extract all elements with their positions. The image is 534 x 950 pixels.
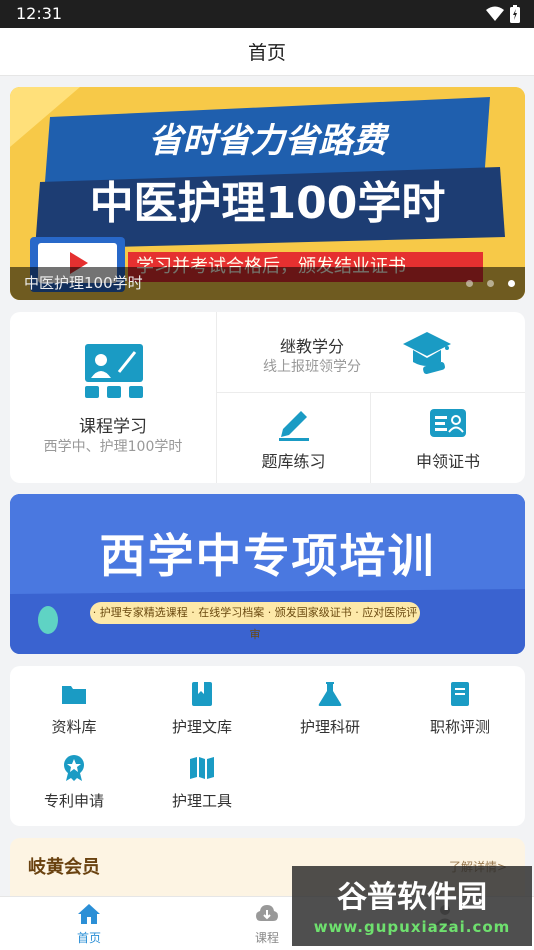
tab-label: 首页 xyxy=(76,931,101,945)
banner-caption: 中医护理100学时 xyxy=(10,267,525,300)
continuing-credit-title: 继教学分 xyxy=(279,337,344,356)
tool-nursing-library[interactable]: 护理文库 xyxy=(138,666,266,736)
continuing-credit-subtitle: 线上报班领学分 xyxy=(263,359,361,375)
page-title: 首页 xyxy=(247,42,286,64)
status-bar: 12:31 xyxy=(0,0,534,28)
tool-resource-library[interactable]: 资料库 xyxy=(10,666,138,736)
certificate-icon xyxy=(430,409,466,437)
tool-label: 专利申请 xyxy=(43,792,104,810)
promo-banner[interactable]: 西学中专项培训 · 护理专家精选课程 · 在线学习档案 · 颁发国家级证书 · … xyxy=(10,494,525,654)
tool-label: 护理文库 xyxy=(171,718,232,736)
badge-icon xyxy=(64,755,84,781)
course-study-card[interactable]: 课程学习 西学中、护理100学时 xyxy=(10,312,217,483)
carousel-dot[interactable] xyxy=(487,280,494,287)
tool-label: 资料库 xyxy=(51,718,97,736)
cloud-icon xyxy=(256,905,278,921)
course-study-subtitle: 西学中、护理100学时 xyxy=(43,439,183,455)
tool-patent-application[interactable]: 专利申请 xyxy=(10,740,138,810)
banner-headline-2: 中医护理100学时 xyxy=(89,178,446,229)
question-bank-card[interactable]: 题库练习 xyxy=(217,393,371,483)
bookmark-book-icon xyxy=(192,682,212,706)
home-icon xyxy=(78,904,100,924)
tool-title-evaluation[interactable]: 职称评测 xyxy=(396,666,524,736)
status-icons xyxy=(486,5,520,23)
map-icon xyxy=(190,757,214,779)
book-icon xyxy=(451,682,469,706)
certificate-card[interactable]: 申领证书 xyxy=(371,393,525,483)
tool-label: 护理工具 xyxy=(171,792,232,810)
watermark-url: www.gupuxiazai.com xyxy=(313,918,511,936)
folder-icon xyxy=(62,686,86,704)
carousel-dots xyxy=(466,280,515,287)
tool-nursing-tools[interactable]: 护理工具 xyxy=(138,740,266,810)
tool-label: 护理科研 xyxy=(299,718,360,736)
question-bank-title: 题库练习 xyxy=(261,452,326,471)
tab-home[interactable]: 首页 xyxy=(0,897,178,950)
top-navbar: 首页 xyxy=(0,28,534,76)
battery-icon xyxy=(510,5,520,23)
tool-nursing-research[interactable]: 护理科研 xyxy=(266,666,394,736)
promo-features: · 护理专家精选课程 · 在线学习档案 · 颁发国家级证书 · 应对医院评审 xyxy=(90,602,420,641)
course-study-title: 课程学习 xyxy=(79,417,147,437)
classroom-icon xyxy=(85,344,143,398)
promo-title: 西学中专项培训 xyxy=(99,529,436,583)
certificate-title: 申领证书 xyxy=(415,452,480,471)
tool-label: 职称评测 xyxy=(429,718,490,736)
continuing-credit-card[interactable]: 继教学分 线上报班领学分 xyxy=(217,312,525,393)
status-time: 12:31 xyxy=(16,4,63,23)
wifi-icon xyxy=(486,6,504,21)
banner-carousel[interactable]: 省时省力省路费 中医护理100学时 学习并考试合格后，颁发结业证书 中医护理10… xyxy=(10,87,525,300)
pencil-icon xyxy=(279,411,309,441)
banner-headline-1: 省时省力省路费 xyxy=(148,121,387,161)
carousel-dot[interactable] xyxy=(466,280,473,287)
flask-icon xyxy=(318,682,342,706)
tools-panel: 资料库 护理文库 护理科研 职称评测 专利申请 护理工具 xyxy=(10,666,525,826)
watermark: 谷普软件园 www.gupuxiazai.com xyxy=(292,866,532,946)
carousel-dot-active[interactable] xyxy=(508,280,515,287)
watermark-title: 谷普软件园 xyxy=(337,880,487,915)
graduation-cap-icon xyxy=(403,332,451,375)
feature-grid: 课程学习 西学中、护理100学时 继教学分 线上报班领学分 题库练习 申领证书 xyxy=(10,312,525,483)
vip-name: 岐黄会员 xyxy=(28,857,100,878)
